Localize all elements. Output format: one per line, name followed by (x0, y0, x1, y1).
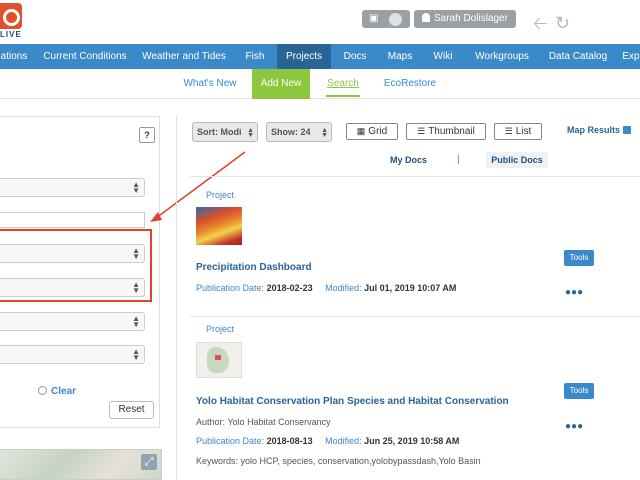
result-tag[interactable]: Project (206, 190, 234, 200)
filter-text-input[interactable] (0, 212, 145, 228)
select-arrows-icon: ▲ ▼ (132, 347, 140, 362)
nav-item-projects[interactable]: Projects (277, 44, 331, 69)
toggle-knob (389, 13, 402, 26)
refresh-icon[interactable]: ↻ (555, 14, 570, 32)
pub-date-label: Publication Date: (196, 436, 265, 446)
result-dates: Publication Date: 2018-08-13 Modified: J… (196, 436, 459, 446)
keywords-value: yolo HCP, species, conservation,yolobypa… (240, 456, 481, 466)
divider (190, 316, 640, 317)
author-value: Yolo Habitat Conservancy (227, 417, 331, 427)
clear-radio[interactable] (38, 386, 47, 395)
sub-nav: What's New Add New Search EcoRestore (0, 69, 640, 99)
grid-icon: ▦ (356, 126, 366, 136)
result-thumbnail[interactable] (196, 342, 242, 378)
pub-date-value: 2018-02-23 (266, 283, 313, 293)
nav-item-maps[interactable]: Maps (382, 44, 418, 69)
tab-my-docs[interactable]: My Docs (390, 155, 427, 165)
map-results-toggle[interactable]: Map Results (567, 125, 632, 135)
thumbnail-icon: ☰ (417, 126, 426, 136)
modified-value: Jul 01, 2019 10:07 AM (364, 283, 457, 293)
user-icon (422, 13, 430, 22)
map-land (207, 347, 229, 373)
user-name: Sarah Dolislager (434, 13, 508, 24)
modified-value: Jun 25, 2019 10:58 AM (364, 436, 460, 446)
modified-label: Modified: (325, 436, 362, 446)
map-preview[interactable]: ⤢ (0, 449, 162, 480)
grid-label: Grid (368, 126, 388, 137)
nav-item-wiki[interactable]: Wiki (428, 44, 458, 69)
author-label: Author: (196, 417, 226, 427)
user-menu-button[interactable]: Sarah Dolislager (414, 10, 516, 28)
subnav-search[interactable]: Search (326, 69, 360, 97)
reset-button[interactable]: Reset (109, 401, 154, 419)
nav-item-current-conditions[interactable]: Current Conditions (34, 44, 136, 69)
select-arrows-icon: ▲ ▼ (132, 314, 140, 329)
result-keywords: Keywords: yolo HCP, species, conservatio… (196, 456, 481, 466)
basket-icon: ▣ (369, 13, 379, 24)
list-icon: ☰ (504, 126, 513, 136)
divider (190, 176, 640, 177)
map-results-label: Map Results (567, 125, 621, 135)
result-thumbnail[interactable] (196, 207, 242, 245)
show-select[interactable]: Show: 24 ▲ ▼ (266, 122, 332, 142)
filter-select-5[interactable]: ▲ ▼ (0, 345, 145, 364)
show-label: Show: 24 (271, 127, 311, 137)
nav-item-docs[interactable]: Docs (338, 44, 372, 69)
pub-date-label: Publication Date: (196, 283, 265, 293)
filter-select-1[interactable]: ▲ ▼ (0, 178, 145, 197)
group-icon[interactable]: ●●● (565, 287, 583, 298)
group-icon[interactable]: ●●● (565, 421, 583, 432)
tab-public-docs[interactable]: Public Docs (486, 152, 548, 168)
result-dates: Publication Date: 2018-02-23 Modified: J… (196, 283, 456, 293)
select-arrows-icon: ▲ ▼ (247, 127, 254, 139)
subnav-ecorestore[interactable]: EcoRestore (380, 69, 440, 99)
grid-view-button[interactable]: ▦ Grid (346, 123, 398, 140)
result-author: Author: Yolo Habitat Conservancy (196, 417, 331, 427)
list-view-button[interactable]: ☰ List (494, 123, 542, 140)
cart-toggle[interactable]: ▣ (362, 10, 410, 28)
sort-select[interactable]: Sort: Modi ▲ ▼ (192, 122, 258, 142)
clear-option[interactable]: Clear (38, 386, 76, 397)
nav-item-stations[interactable]: ations (0, 44, 28, 69)
clear-label: Clear (51, 386, 77, 397)
keywords-label: Keywords: (196, 456, 239, 466)
thumbnail-label: Thumbnail (428, 126, 475, 137)
pub-date-value: 2018-08-13 (266, 436, 313, 446)
map-results-checkbox[interactable] (623, 126, 632, 134)
nav-item-explore[interactable]: Exp (622, 44, 640, 69)
select-arrows-icon: ▲ ▼ (321, 127, 328, 139)
expand-icon[interactable]: ⤢ (141, 454, 157, 470)
list-label: List (515, 126, 532, 137)
main-nav: ations Current Conditions Weather and Ti… (0, 44, 640, 69)
back-arrow-icon[interactable]: 🡠 (533, 14, 548, 32)
nav-item-fish[interactable]: Fish (240, 44, 270, 69)
highlight-box (0, 229, 152, 302)
subnav-add-new[interactable]: Add New (252, 69, 310, 99)
result-title[interactable]: Precipitation Dashboard (196, 262, 312, 273)
nav-item-weather-and-tides[interactable]: Weather and Tides (140, 44, 228, 69)
thumbnail-view-button[interactable]: ☰ Thumbnail (406, 123, 486, 140)
modified-label: Modified: (325, 283, 362, 293)
select-arrows-icon: ▲ ▼ (132, 180, 140, 195)
tools-button[interactable]: Tools (564, 250, 594, 266)
nav-item-data-catalog[interactable]: Data Catalog (544, 44, 612, 69)
header: LIVE ▣ Sarah Dolislager 🡠 ↻ (0, 0, 640, 44)
map-region (215, 355, 221, 360)
help-button[interactable]: ? (139, 127, 155, 143)
sort-label: Sort: Modi (197, 127, 242, 137)
nav-item-workgroups[interactable]: Workgroups (470, 44, 534, 69)
logo-text: LIVE (0, 30, 22, 39)
tools-button[interactable]: Tools (564, 383, 594, 399)
panel-divider (176, 116, 177, 480)
result-title[interactable]: Yolo Habitat Conservation Plan Species a… (196, 396, 509, 407)
logo-icon[interactable] (0, 3, 22, 29)
result-tag[interactable]: Project (206, 324, 234, 334)
tab-separator: | (457, 154, 460, 165)
subnav-whats-new[interactable]: What's New (178, 69, 242, 99)
filter-select-4[interactable]: ▲ ▼ (0, 312, 145, 331)
